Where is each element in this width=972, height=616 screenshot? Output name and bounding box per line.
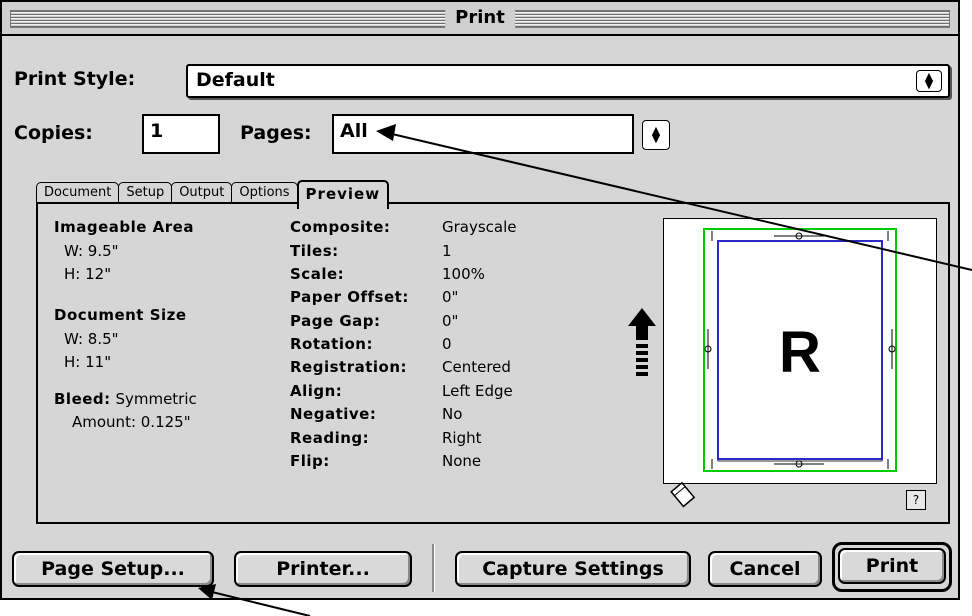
imageable-width: W: 9.5" (64, 242, 119, 260)
bleed-amount: Amount: 0.125" (72, 413, 191, 431)
up-down-arrows-icon: ▲ ▼ (916, 70, 942, 92)
setting-label: Paper Offset: (290, 288, 409, 306)
setting-value: 0" (442, 288, 459, 306)
print-style-value: Default (196, 69, 275, 91)
bleed-value: Symmetric (115, 390, 197, 408)
setting-value: 100% (442, 265, 485, 283)
setting-label: Page Gap: (290, 312, 381, 330)
setting-value: 0 (442, 335, 452, 353)
bleed-label: Bleed: (54, 390, 111, 408)
page-letter: R (779, 320, 821, 385)
print-button[interactable]: Print (838, 548, 946, 584)
imageable-area-label: Imageable Area (54, 218, 194, 236)
page-preview: R (663, 218, 937, 484)
setting-label: Registration: (290, 358, 408, 376)
tab-bar: Document Setup Output Options Preview (36, 180, 390, 209)
document-width: W: 8.5" (64, 330, 119, 348)
setting-label: Scale: (290, 265, 345, 283)
pages-label: Pages: (240, 122, 312, 144)
capture-settings-button[interactable]: Capture Settings (455, 551, 691, 587)
printer-button[interactable]: Printer... (234, 551, 412, 587)
help-icon[interactable]: ? (906, 490, 926, 510)
setting-value: 0" (442, 312, 459, 330)
copies-label: Copies: (14, 122, 93, 144)
setting-value: None (442, 452, 482, 470)
setting-value: Grayscale (442, 218, 517, 236)
setting-value: No (442, 405, 463, 423)
setting-label: Tiles: (290, 242, 339, 260)
setting-label: Align: (290, 382, 343, 400)
pages-field[interactable]: All (332, 114, 634, 154)
setting-label: Rotation: (290, 335, 373, 353)
window-title: Print (445, 6, 515, 30)
up-arrow-icon (628, 308, 656, 376)
imageable-height: H: 12" (64, 265, 112, 283)
cancel-button[interactable]: Cancel (708, 551, 822, 587)
document-height: H: 11" (64, 353, 112, 371)
setting-value: Right (442, 429, 482, 447)
setting-value: 1 (442, 242, 452, 260)
pages-popup-arrows-icon[interactable]: ▲ ▼ (642, 120, 670, 150)
page-setup-button[interactable]: Page Setup... (12, 551, 214, 587)
print-style-label: Print Style: (14, 68, 136, 90)
setting-value: Centered (442, 358, 511, 376)
setting-label: Reading: (290, 429, 370, 447)
setting-value: Left Edge (442, 382, 513, 400)
setting-label: Composite: (290, 218, 391, 236)
copies-field[interactable]: 1 (142, 114, 220, 154)
tab-preview[interactable]: Preview (296, 180, 390, 209)
bleed-row: Bleed: Symmetric (54, 390, 197, 408)
title-bar[interactable]: Print (2, 2, 958, 36)
preview-panel: Imageable Area W: 9.5" H: 12" Document S… (36, 202, 950, 524)
setting-label: Flip: (290, 452, 330, 470)
document-size-label: Document Size (54, 306, 187, 324)
button-separator (432, 544, 435, 592)
setting-label: Negative: (290, 405, 377, 423)
print-dialog: Print Print Style: Default ▲ ▼ Copies: 1 … (0, 0, 960, 600)
page-tilt-icon[interactable] (668, 480, 698, 510)
print-style-popup[interactable]: Default ▲ ▼ (186, 64, 950, 98)
